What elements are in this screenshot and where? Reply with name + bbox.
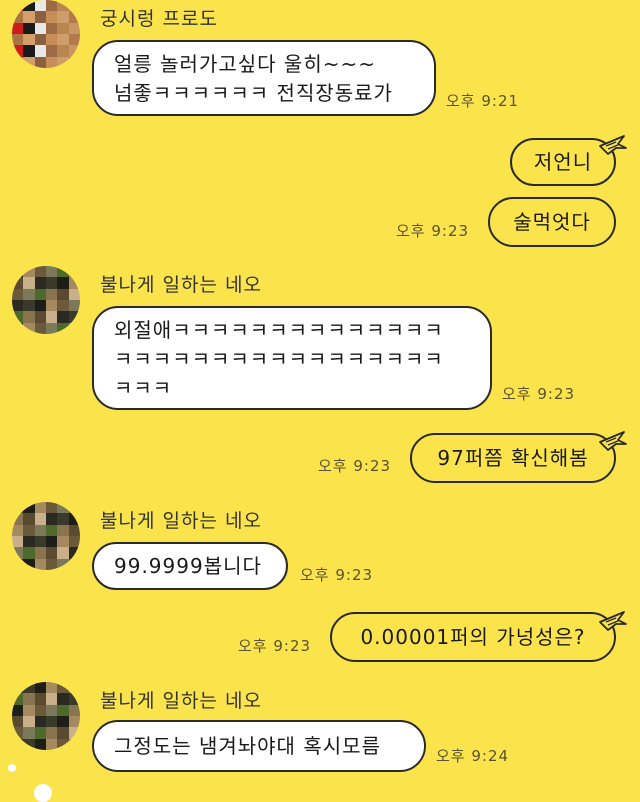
avatar[interactable] (12, 502, 80, 570)
bubble-tail-icon (599, 611, 627, 631)
sender-name: 불나게 일하는 네오 (100, 274, 262, 296)
message-text: 그정도는 냄겨놔야대 혹시모름 (114, 734, 381, 758)
avatar[interactable] (12, 266, 80, 334)
message-bubble[interactable]: 술먹엇다 (488, 197, 616, 247)
message-text: 99.9999봅니다 (114, 554, 262, 578)
avatar[interactable] (12, 0, 80, 68)
message-time: 오후 9:23 (318, 457, 392, 475)
message-time: 오후 9:21 (446, 92, 520, 110)
sender-name: 궁시렁 프로도 (100, 8, 218, 30)
message-time: 오후 9:23 (396, 222, 470, 240)
message-text: 97퍼쯤 확신해봄 (437, 446, 589, 470)
message-bubble[interactable]: 99.9999봅니다 (92, 542, 288, 590)
avatar[interactable] (12, 682, 80, 750)
message-text: 0.00001퍼의 가넝성은? (360, 625, 586, 649)
message-time: 오후 9:23 (300, 566, 374, 584)
message-bubble[interactable]: 얼릉 놀러가고싶다 울히~~~ 넘좋ㅋㅋㅋㅋㅋㅋ 전직장동료가 (92, 40, 436, 116)
message-bubble[interactable]: 97퍼쯤 확신해봄 (410, 433, 616, 483)
message-time: 오후 9:23 (502, 385, 576, 403)
decorative-dot (8, 764, 16, 772)
sender-name: 불나게 일하는 네오 (100, 690, 262, 712)
message-bubble[interactable]: 그정도는 냄겨놔야대 혹시모름 (92, 720, 426, 772)
message-text: 술먹엇다 (513, 210, 591, 234)
bubble-tail-icon (599, 135, 627, 155)
sender-name: 불나게 일하는 네오 (100, 510, 262, 532)
bubble-tail-icon (599, 431, 627, 451)
message-time: 오후 9:24 (436, 747, 510, 765)
decorative-dot (34, 784, 52, 802)
message-bubble[interactable]: 0.00001퍼의 가넝성은? (330, 612, 616, 662)
message-text: 외절애ㅋㅋㅋㅋㅋㅋㅋㅋㅋㅋㅋㅋㅋㅋ ㅋㅋㅋㅋㅋㅋㅋㅋㅋㅋㅋㅋㅋㅋㅋㅋㅋ ㅋㅋㅋ (114, 318, 444, 400)
message-time: 오후 9:23 (238, 637, 312, 655)
message-text: 얼릉 놀러가고싶다 울히~~~ 넘좋ㅋㅋㅋㅋㅋㅋ 전직장동료가 (114, 52, 393, 105)
message-bubble[interactable]: 외절애ㅋㅋㅋㅋㅋㅋㅋㅋㅋㅋㅋㅋㅋㅋ ㅋㅋㅋㅋㅋㅋㅋㅋㅋㅋㅋㅋㅋㅋㅋㅋㅋ ㅋㅋㅋ (92, 306, 492, 410)
